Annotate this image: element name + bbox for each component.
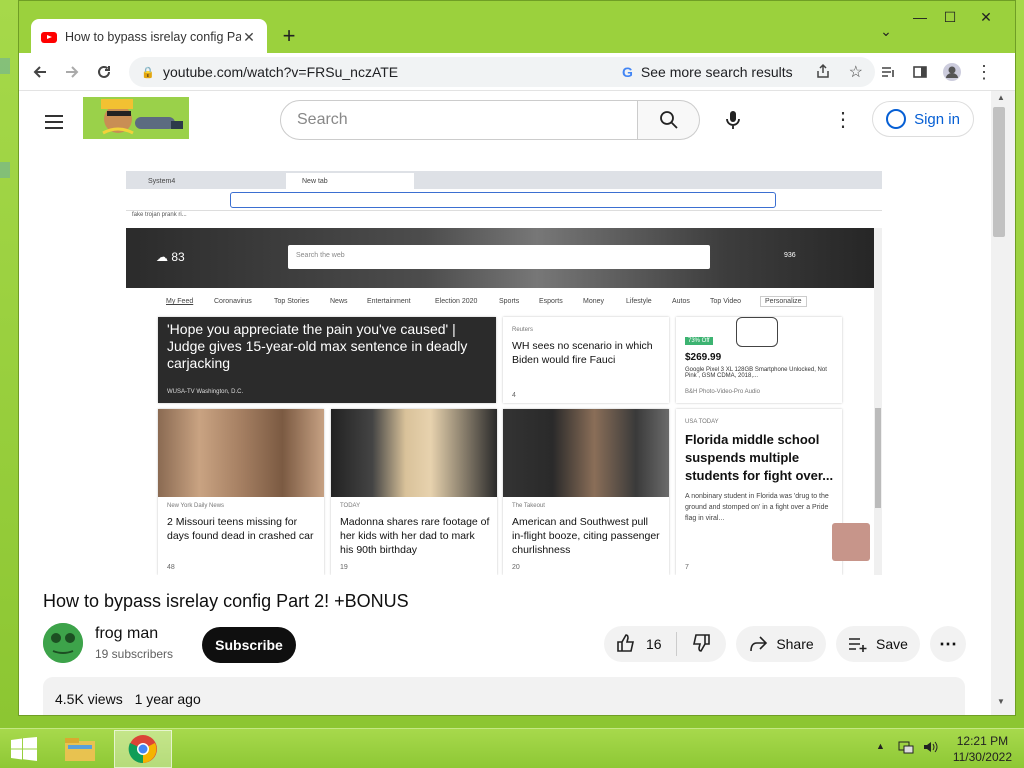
video-frame-hero: ☁ 83 Search the web 936 — [126, 228, 874, 288]
description-box[interactable]: 4.5K views 1 year ago — [43, 677, 965, 715]
upload-age: 1 year ago — [134, 691, 201, 707]
page-scrollbar[interactable]: ▲ ▼ — [991, 91, 1015, 715]
webcam-overlay-image — [832, 523, 870, 561]
desktop-icon-partial-2[interactable] — [0, 162, 10, 178]
file-explorer-icon[interactable] — [62, 733, 98, 765]
video-frame-tabbar: System4 New tab — [126, 171, 882, 189]
channel-avatar[interactable] — [43, 623, 83, 663]
voice-search-button[interactable] — [716, 103, 750, 137]
profile-avatar-icon[interactable] — [941, 61, 963, 83]
channel-logo-image[interactable] — [83, 97, 189, 139]
video-frame-tab-2: New tab — [286, 173, 414, 189]
search-input[interactable]: Search — [280, 100, 638, 140]
video-frame-points: 936 — [784, 252, 796, 259]
scrollbar-thumb[interactable] — [993, 107, 1005, 237]
chrome-menu-icon[interactable]: ⋮ — [973, 61, 995, 83]
sign-in-button[interactable]: Sign in — [872, 101, 974, 137]
news-card-florida: USA TODAY Florida middle school suspends… — [676, 409, 842, 575]
volume-icon[interactable] — [922, 739, 938, 755]
bookmark-star-icon[interactable]: ☆ — [849, 62, 863, 82]
microphone-icon — [726, 111, 740, 129]
news-card-madonna: TODAY Madonna shares rare footage of her… — [331, 409, 497, 575]
like-count[interactable]: 16 — [646, 636, 662, 652]
url-text[interactable]: youtube.com/watch?v=FRSu_nczATE — [163, 64, 622, 80]
forward-arrow-icon[interactable] — [61, 61, 83, 83]
clock-time: 12:21 PM — [956, 734, 1009, 748]
youtube-favicon-icon — [41, 31, 57, 43]
chrome-window: How to bypass isrelay config Part 2! +BO… — [18, 0, 1016, 716]
google-g-icon: G — [622, 64, 633, 80]
view-count: 4.5K views — [55, 691, 123, 707]
account-circle-icon — [886, 109, 907, 129]
video-player[interactable]: System4 New tab fake trojan prank ri... … — [126, 171, 882, 575]
share-button[interactable]: Share — [736, 626, 826, 662]
tab-search-chevron-icon[interactable]: ⌄ — [871, 23, 901, 40]
video-frame-tab-1: System4 — [148, 177, 176, 185]
subscribe-button[interactable]: Subscribe — [202, 627, 296, 663]
tab-title: How to bypass isrelay config Part 2! +BO… — [65, 30, 241, 44]
save-label: Save — [876, 636, 908, 652]
browser-toolbar: 🔒 youtube.com/watch?v=FRSu_nczATE G See … — [19, 53, 1015, 91]
search-icon — [659, 111, 678, 129]
menu-hamburger-icon[interactable] — [45, 111, 63, 133]
close-window-button[interactable]: ✕ — [971, 9, 1001, 26]
scroll-down-arrow-icon[interactable]: ▼ — [997, 697, 1005, 706]
ad-card-pixel: 73% Off $269.99 Google Pixel 3 XL 128GB … — [676, 317, 842, 403]
video-frame-addressbar — [126, 189, 882, 211]
share-label: Share — [776, 636, 814, 652]
search-button[interactable] — [638, 100, 700, 140]
video-frame-scrollbar — [874, 228, 882, 575]
dislike-thumb-icon[interactable] — [691, 633, 711, 656]
settings-more-icon[interactable]: ⋮ — [831, 105, 855, 135]
tab-strip: How to bypass isrelay config Part 2! +BO… — [19, 1, 1015, 55]
network-icon[interactable] — [898, 739, 914, 755]
chrome-icon — [128, 735, 157, 764]
video-frame-favorite: fake trojan prank ri... — [132, 212, 187, 218]
like-dislike-group: 16 — [604, 626, 726, 662]
news-card-judge: 'Hope you appreciate the pain you've cau… — [158, 317, 496, 403]
channel-name[interactable]: frog man — [95, 625, 158, 643]
news-card-missouri: New York Daily News 2 Missouri teens mis… — [158, 409, 324, 575]
clock-date: 11/30/2022 — [952, 750, 1012, 764]
sign-in-label: Sign in — [914, 110, 960, 128]
back-arrow-icon[interactable] — [29, 61, 51, 83]
like-divider — [675, 632, 677, 656]
clock[interactable]: 12:21 PM 11/30/2022 — [953, 733, 1012, 765]
side-panel-icon[interactable] — [909, 61, 931, 83]
desktop-icon-partial[interactable] — [0, 58, 10, 74]
chrome-taskbar-button[interactable] — [114, 730, 172, 768]
search-placeholder: Search — [297, 111, 348, 128]
video-title: How to bypass isrelay config Part 2! +BO… — [43, 591, 409, 611]
save-button[interactable]: Save — [836, 626, 920, 662]
new-tab-button[interactable]: + — [277, 25, 301, 47]
tab-close-icon[interactable]: ✕ — [241, 29, 257, 46]
tab-youtube[interactable]: How to bypass isrelay config Part 2! +BO… — [31, 19, 267, 55]
video-frame-address-box — [230, 192, 776, 208]
see-more-search-results[interactable]: See more search results — [641, 64, 793, 80]
video-frame-weather: ☁ 83 — [156, 250, 185, 264]
video-frame-search: Search the web — [288, 245, 710, 269]
news-card-biden: Reuters WH sees no scenario in which Bid… — [503, 317, 669, 403]
like-thumb-icon[interactable] — [616, 633, 636, 656]
youtube-page: Search ⋮ Sign in System4 New tab fake tr… — [19, 91, 991, 715]
news-card-american: The Takeout American and Southwest pull … — [503, 409, 669, 575]
subscriber-count: 19 subscribers — [95, 647, 174, 661]
more-actions-button[interactable]: ⋯ — [930, 626, 966, 662]
minimize-button[interactable]: — — [905, 9, 935, 25]
scroll-up-arrow-icon[interactable]: ▲ — [997, 93, 1005, 102]
maximize-button[interactable]: ☐ — [935, 9, 965, 26]
add-to-playlist-icon — [849, 638, 867, 652]
taskbar: ▲ 12:21 PM 11/30/2022 — [0, 728, 1024, 768]
address-bar[interactable]: 🔒 youtube.com/watch?v=FRSu_nczATE G See … — [129, 57, 875, 87]
video-frame-nav: My Feed Coronavirus Top Stories News Ent… — [126, 292, 874, 314]
media-queue-icon[interactable] — [877, 61, 899, 83]
start-windows-icon[interactable] — [10, 737, 38, 766]
reload-icon[interactable] — [93, 61, 115, 83]
share-page-icon[interactable] — [815, 63, 831, 82]
lock-icon[interactable]: 🔒 — [141, 66, 155, 79]
share-arrow-icon — [750, 636, 768, 652]
phone-image — [736, 317, 778, 347]
tray-expand-icon[interactable]: ▲ — [876, 741, 885, 751]
